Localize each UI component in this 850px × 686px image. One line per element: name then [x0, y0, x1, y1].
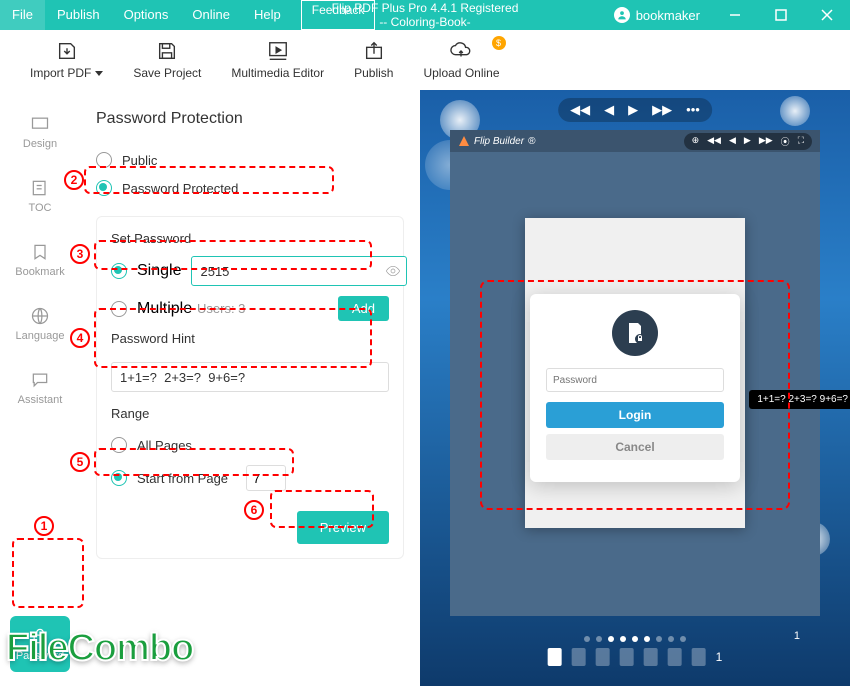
hint-tooltip: 1+1=? 2+3=? 9+6=?	[749, 390, 850, 409]
set-password-label: Set Password	[111, 231, 389, 246]
watermark: FileCombo	[6, 627, 193, 670]
modal-password-input[interactable]	[546, 368, 724, 392]
multimedia-editor-button[interactable]: Multimedia Editor	[231, 40, 324, 80]
preview-button[interactable]: Preview	[297, 511, 389, 544]
current-page-num: 1	[716, 650, 723, 664]
users-count: Users: 3	[197, 301, 245, 316]
book-tools[interactable]: ⊕ ◀◀ ◀ ▶ ▶▶ ⦿ ⛶	[684, 133, 812, 150]
avatar-icon	[614, 7, 630, 23]
import-pdf-button[interactable]: Import PDF	[30, 40, 103, 80]
add-button[interactable]: Add	[338, 296, 389, 321]
nav-last-icon[interactable]: ▶▶	[652, 102, 672, 118]
start-page-input[interactable]	[246, 465, 286, 491]
user-badge[interactable]: bookmaker	[602, 7, 712, 23]
maximize-button[interactable]	[758, 0, 804, 30]
page-indicator-right: 1	[794, 630, 800, 642]
preview-pane: ◀◀ ◀ ▶ ▶▶ ••• Flip Builder® ⊕ ◀◀ ◀ ▶ ▶▶ …	[420, 90, 850, 686]
radio-protected[interactable]: Password Protected	[96, 174, 404, 202]
app-title: Flip PDF Plus Pro 4.4.1 Registered -- Co…	[332, 1, 519, 29]
nav-first-icon[interactable]: ◀◀	[570, 102, 590, 118]
radio-public[interactable]: Public	[96, 146, 404, 174]
thumb-active[interactable]	[548, 648, 562, 666]
menu-file[interactable]: File	[0, 0, 45, 30]
save-project-button[interactable]: Save Project	[133, 40, 201, 80]
page-thumbnails: 1	[548, 648, 723, 666]
eye-icon[interactable]	[385, 263, 401, 279]
menu-options[interactable]: Options	[112, 0, 181, 30]
dollar-badge-icon: $	[492, 36, 506, 50]
preview-nav: ◀◀ ◀ ▶ ▶▶ •••	[558, 98, 712, 122]
nav-next-icon[interactable]: ▶	[628, 102, 638, 118]
tab-toc[interactable]: TOC	[10, 168, 70, 224]
fullscreen-icon[interactable]: ⛶	[798, 135, 804, 148]
password-panel: Password Protection Public Password Prot…	[80, 90, 420, 686]
radio-single[interactable]: Single	[111, 256, 389, 286]
lock-document-icon	[612, 310, 658, 356]
cancel-button[interactable]: Cancel	[546, 434, 724, 460]
range-label: Range	[111, 406, 389, 421]
single-password-input[interactable]	[191, 256, 407, 286]
minimize-button[interactable]	[712, 0, 758, 30]
first-page-icon[interactable]: ◀◀	[707, 135, 721, 148]
panel-title: Password Protection	[96, 110, 404, 128]
menu-help[interactable]: Help	[242, 0, 293, 30]
title-bar: File Publish Options Online Help Feedbac…	[0, 0, 850, 30]
login-button[interactable]: Login	[546, 402, 724, 428]
menu-online[interactable]: Online	[180, 0, 242, 30]
toolbar: Import PDF Save Project Multimedia Edito…	[0, 30, 850, 90]
radio-multiple[interactable]	[111, 301, 127, 317]
radio-start-from[interactable]: Start from Page	[111, 459, 389, 497]
tab-bookmark[interactable]: Bookmark	[10, 232, 70, 288]
page-dots	[584, 636, 686, 642]
caret-down-icon	[95, 71, 103, 76]
hint-input[interactable]	[111, 362, 389, 392]
publish-button[interactable]: Publish	[354, 40, 393, 80]
last-page-icon[interactable]: ▶▶	[759, 135, 773, 148]
radio-all-pages[interactable]: All Pages	[111, 431, 389, 459]
share-icon[interactable]: ⦿	[781, 135, 790, 148]
login-modal: Login Cancel	[530, 294, 740, 482]
next-page-icon[interactable]: ▶	[744, 135, 751, 148]
menu-publish[interactable]: Publish	[45, 0, 112, 30]
tab-assistant[interactable]: Assistant	[10, 360, 70, 416]
prev-page-icon[interactable]: ◀	[729, 135, 736, 148]
nav-prev-icon[interactable]: ◀	[604, 102, 614, 118]
hint-label: Password Hint	[111, 331, 389, 346]
tab-language[interactable]: Language	[10, 296, 70, 352]
close-button[interactable]	[804, 0, 850, 30]
nav-more-icon[interactable]: •••	[686, 102, 700, 118]
side-tabs: Design TOC Bookmark Language Assistant P…	[0, 90, 80, 686]
upload-online-button[interactable]: $ Upload Online	[423, 40, 499, 80]
zoom-icon[interactable]: ⊕	[692, 135, 700, 148]
flipbuilder-logo: Flip Builder®	[458, 135, 535, 147]
tab-design[interactable]: Design	[10, 104, 70, 160]
